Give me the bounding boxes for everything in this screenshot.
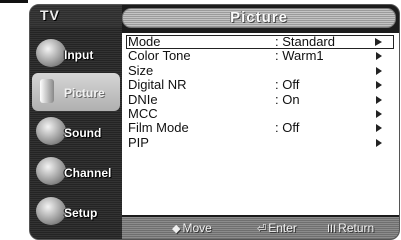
plug-icon: [36, 39, 66, 67]
arrow-right-icon: [376, 95, 382, 104]
sidebar-item-picture[interactable]: Picture: [32, 73, 120, 111]
arrow-right-icon: [376, 66, 382, 75]
move-icon: ◆: [172, 223, 181, 235]
menu-row-label: Film Mode: [128, 120, 189, 136]
sidebar-item-label: Setup: [64, 206, 98, 220]
menu-row-value: : Standard: [275, 34, 335, 49]
arrow-right-icon: [376, 138, 382, 147]
sidebar-item-setup[interactable]: Setup: [32, 193, 120, 231]
tv-tab: TV: [30, 5, 122, 27]
corner-line: [0, 0, 28, 3]
footer-help-bar: ◆ Move ⏎ Enter III Return: [122, 217, 399, 239]
return-label: Return: [338, 221, 375, 235]
move-label: Move: [182, 221, 212, 235]
arrow-right-icon: [376, 124, 382, 133]
tv-osd-menu: TV Picture Input Picture Sound Channel S…: [29, 4, 400, 240]
sidebar-item-label: Input: [64, 48, 94, 62]
menu-row-value: : Off: [275, 120, 300, 136]
gear-icon: [36, 197, 66, 225]
sidebar-item-label: Sound: [64, 126, 102, 140]
arrow-right-icon: [376, 52, 382, 61]
menu-row-label: DNIe: [128, 91, 158, 107]
sidebar-item-channel[interactable]: Channel: [32, 153, 120, 191]
arrow-right-icon: [376, 81, 382, 90]
enter-label: Enter: [268, 221, 297, 235]
enter-hint: ⏎ Enter: [257, 221, 297, 235]
menu-row-label: Digital NR: [128, 77, 187, 93]
sidebar-item-label: Picture: [64, 86, 105, 100]
return-hint: III Return: [327, 221, 374, 235]
speaker-icon: [36, 117, 66, 145]
sidebar: Input Picture Sound Channel Setup: [30, 27, 122, 239]
menu-row-film-mode[interactable]: Film Mode : Off: [126, 121, 394, 135]
menu-row-color-tone[interactable]: Color Tone : Warm1: [126, 49, 394, 63]
arrow-right-icon: [376, 109, 382, 118]
menu-row-value: : Warm1: [275, 48, 324, 64]
page-title: Picture: [230, 9, 288, 26]
sidebar-item-sound[interactable]: Sound: [32, 113, 120, 151]
menu-row-size[interactable]: Size: [126, 62, 394, 78]
menu-title-bar: Picture: [122, 8, 396, 28]
menu-row-label: PIP: [128, 134, 149, 150]
tv-label: TV: [40, 7, 60, 23]
menu-row-label: MCC: [128, 105, 158, 121]
menu-row-mode[interactable]: Mode : Standard: [126, 34, 394, 50]
sidebar-item-input[interactable]: Input: [32, 35, 120, 73]
menu-row-digital-nr[interactable]: Digital NR : Off: [126, 78, 394, 92]
menu-row-value: : Off: [275, 77, 300, 93]
menu-row-label: Size: [128, 62, 154, 78]
menu-row-label: Color Tone: [128, 48, 191, 64]
menu-row-label: Mode: [128, 34, 161, 49]
satellite-icon: [36, 157, 66, 185]
arrow-right-icon: [375, 38, 382, 46]
enter-icon: ⏎: [257, 223, 267, 235]
menu-row-value: : On: [275, 91, 300, 107]
return-icon: III: [327, 223, 337, 235]
menu-row-pip[interactable]: PIP: [126, 134, 394, 150]
move-hint: ◆ Move: [172, 221, 212, 235]
sidebar-item-label: Channel: [64, 166, 112, 180]
menu-row-dnie[interactable]: DNIe : On: [126, 91, 394, 107]
picture-icon: [40, 79, 54, 103]
menu-row-mcc[interactable]: MCC: [126, 105, 394, 121]
menu-panel: Mode : Standard Color Tone : Warm1 Size …: [122, 33, 399, 215]
menu-list: Mode : Standard Color Tone : Warm1 Size …: [126, 35, 394, 150]
